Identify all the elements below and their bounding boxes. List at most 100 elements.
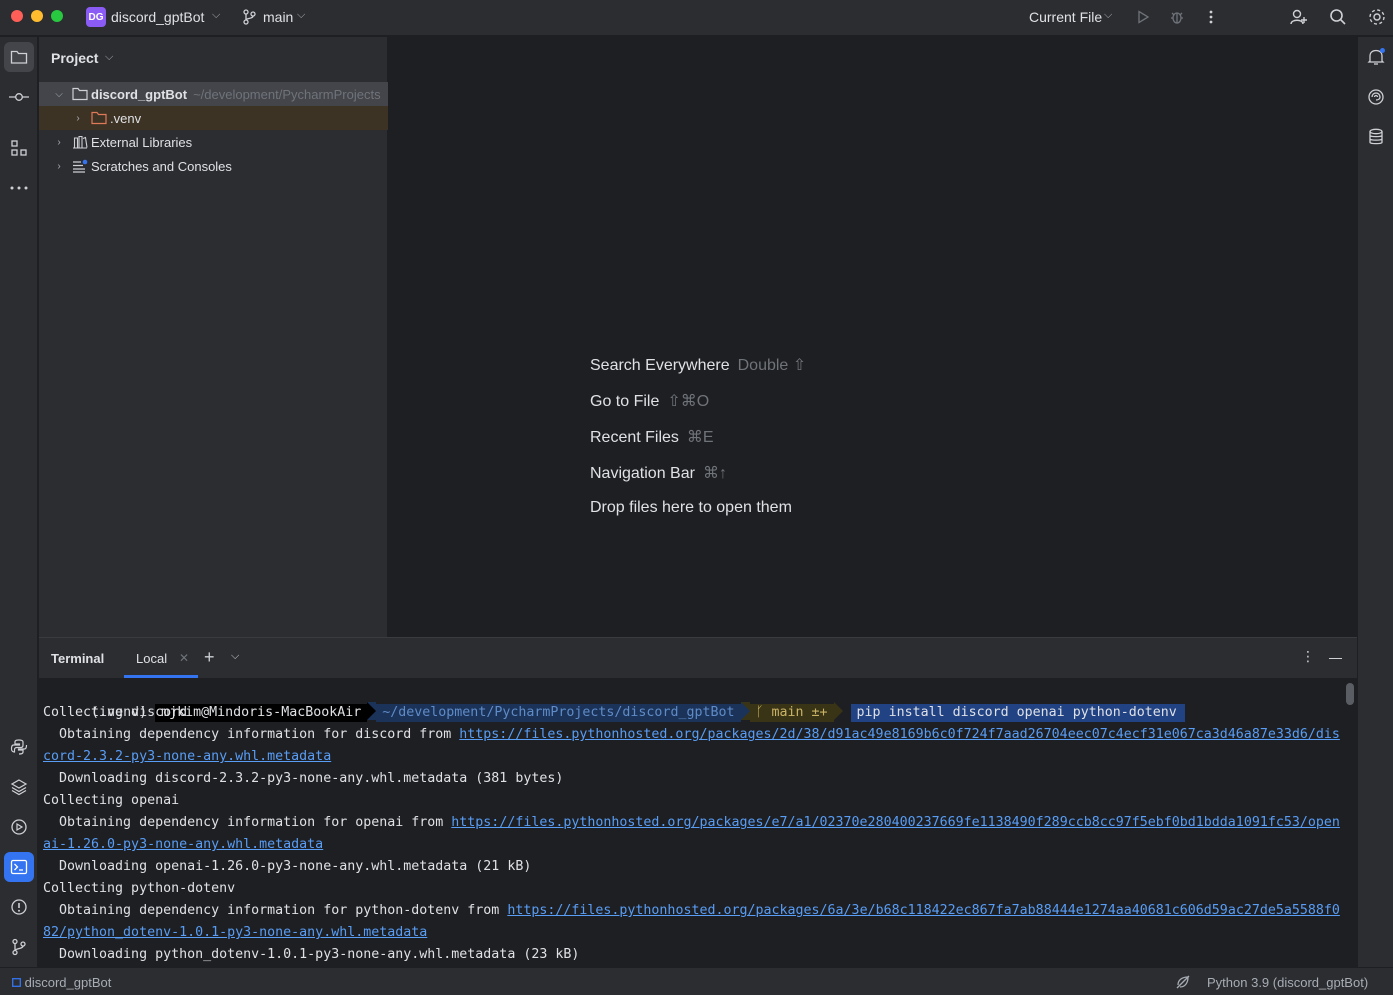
terminal-icon (10, 859, 28, 875)
python-console-icon (10, 739, 28, 755)
project-tool-button[interactable] (4, 42, 34, 72)
terminal-header: Terminal Local ✕ + ⌵ ⋮ (39, 638, 1357, 678)
terminal-link[interactable]: https://files.pythonhosted.org/packages/… (451, 815, 1340, 830)
chevron-right-icon[interactable]: › (72, 113, 84, 124)
terminal-line: Downloading discord-2.3.2-py3-none-any.w… (43, 771, 564, 786)
power-save-icon[interactable] (1175, 974, 1191, 993)
chevron-down-icon[interactable]: ⌵ (105, 51, 113, 64)
terminal-tab-label: Local (136, 651, 168, 666)
hint-label: Drop files here to open them (590, 499, 792, 516)
notifications-button[interactable] (1361, 42, 1391, 72)
hint-shortcut: ⇧⌘O (667, 393, 710, 410)
prompt-git: ᚴ main ±+ (749, 704, 834, 722)
project-panel: Project ⌵ ⌵ discord_gptBot ~/development/… (39, 37, 388, 637)
branch-switcher[interactable]: main (263, 9, 293, 25)
database-button[interactable] (1361, 122, 1391, 152)
terminal-tool-button[interactable] (4, 852, 34, 882)
settings-gear-icon[interactable] (1366, 6, 1388, 28)
terminal-link[interactable]: https://files.pythonhosted.org/packages/… (459, 727, 1340, 742)
terminal-line: Collecting openai (43, 793, 180, 808)
prompt-separator (833, 702, 843, 720)
problems-button[interactable] (4, 892, 34, 922)
terminal-link[interactable]: https://files.pythonhosted.org/packages/… (507, 903, 1340, 918)
terminal-link[interactable]: 82/python_dotenv-1.0.1-py3-none-any.whl.… (43, 922, 427, 944)
problems-icon (11, 899, 27, 915)
hint-recent-files: Recent Files ⌘E (590, 427, 714, 447)
project-switcher[interactable]: discord_gptBot (111, 9, 204, 25)
chevron-right-icon[interactable]: › (53, 137, 65, 148)
tree-item-root[interactable]: ⌵ discord_gptBot ~/development/PycharmPro… (39, 82, 388, 106)
new-tab-plus-icon[interactable]: + (204, 647, 215, 668)
python-console-button[interactable] (4, 732, 34, 762)
left-tool-strip (0, 37, 38, 967)
status-project-label: discord_gptBot (24, 975, 112, 990)
tree-item-root-label: discord_gptBot (91, 86, 188, 102)
terminal-panel: Terminal Local ✕ + ⌵ ⋮ (.venv) mjkim@Min… (39, 637, 1357, 967)
chevron-down-icon[interactable]: ⌵ (53, 89, 65, 100)
folder-excluded-icon (91, 111, 107, 125)
chevron-down-icon[interactable]: ⌵ (1104, 9, 1112, 22)
run-icon[interactable] (1132, 6, 1154, 28)
git-icon (12, 938, 26, 956)
close-icon[interactable]: ✕ (179, 651, 189, 665)
project-panel-title[interactable]: Project (51, 50, 98, 66)
terminal-tab-local[interactable]: Local ✕ (124, 638, 198, 678)
interpreter-selector[interactable]: Python 3.9 (discord_gptBot) (1207, 975, 1368, 990)
terminal-scrollbar[interactable] (1346, 683, 1354, 705)
minimize-window-button[interactable] (31, 10, 43, 22)
services-button[interactable] (4, 812, 34, 842)
terminal-output[interactable]: (.venv) mjkim@Mindoris-MacBookAir ~/devel… (39, 679, 1357, 968)
run-config-selector[interactable]: Current File (1029, 9, 1102, 25)
project-square-icon (12, 978, 21, 987)
commit-tool-button[interactable] (4, 82, 34, 112)
ai-assistant-button[interactable] (1361, 82, 1391, 112)
tree-item-scratches[interactable]: › Scratches and Consoles (39, 154, 388, 178)
tree-item-venv[interactable]: › .venv (39, 106, 388, 130)
scratches-icon (72, 159, 88, 173)
layers-icon (10, 779, 28, 796)
terminal-line: Obtaining dependency information for ope… (43, 812, 1340, 834)
terminal-link[interactable]: cord-2.3.2-py3-none-any.whl.metadata (43, 746, 331, 768)
hint-go-to-file: Go to File ⇧⌘O (590, 391, 709, 411)
library-icon (72, 135, 88, 149)
python-packages-button[interactable] (4, 772, 34, 802)
editor-empty-state: Search Everywhere Double ⇧ Go to File ⇧⌘O … (389, 37, 1357, 637)
tree-item-external-libraries[interactable]: › External Libraries (39, 130, 388, 154)
more-options-icon[interactable]: ⋮ (1301, 648, 1315, 665)
tree-item-external-libraries-label: External Libraries (91, 134, 193, 150)
right-tool-strip (1357, 37, 1393, 967)
project-badge[interactable]: DG (86, 7, 106, 27)
add-user-icon[interactable] (1288, 6, 1310, 28)
terminal-line: Obtaining dependency information for dis… (43, 724, 1340, 746)
structure-tool-button[interactable] (4, 133, 34, 163)
more-horizontal-icon (10, 186, 28, 190)
git-branch-icon[interactable] (238, 6, 260, 28)
close-window-button[interactable] (11, 10, 23, 22)
search-icon[interactable] (1327, 6, 1349, 28)
chevron-right-icon[interactable]: › (53, 161, 65, 172)
zoom-window-button[interactable] (51, 10, 63, 22)
hint-navigation-bar: Navigation Bar ⌘↑ (590, 463, 727, 483)
hint-shortcut: ⌘↑ (702, 465, 727, 482)
tree-item-root-path: ~/development/PycharmProjects (193, 86, 381, 102)
folder-icon (72, 87, 88, 101)
hint-label: Navigation Bar (590, 465, 695, 482)
chevron-down-icon[interactable]: ⌵ (212, 9, 220, 22)
terminal-text: Obtaining dependency information for dis… (43, 727, 460, 742)
chevron-down-icon[interactable]: ⌵ (297, 9, 305, 22)
more-actions-icon[interactable] (1200, 6, 1222, 28)
tree-item-scratches-label: Scratches and Consoles (91, 158, 232, 174)
terminal-prompt-line: (.venv) mjkim@Mindoris-MacBookAir ~/devel… (43, 680, 1185, 722)
structure-icon (11, 140, 27, 156)
bell-icon (1367, 48, 1385, 65)
chevron-down-icon[interactable]: ⌵ (231, 650, 239, 663)
minimize-icon[interactable] (1329, 658, 1342, 659)
git-tool-button[interactable] (4, 932, 34, 962)
prompt-separator (367, 702, 377, 720)
terminal-link[interactable]: ai-1.26.0-py3-none-any.whl.metadata (43, 834, 323, 856)
prompt-command: pip install discord openai python-dotenv (850, 704, 1185, 722)
more-tools-button[interactable] (4, 173, 34, 203)
status-project[interactable]: discord_gptBot (12, 975, 111, 990)
debug-icon[interactable] (1166, 6, 1188, 28)
terminal-line: Obtaining dependency information for pyt… (43, 900, 1340, 922)
